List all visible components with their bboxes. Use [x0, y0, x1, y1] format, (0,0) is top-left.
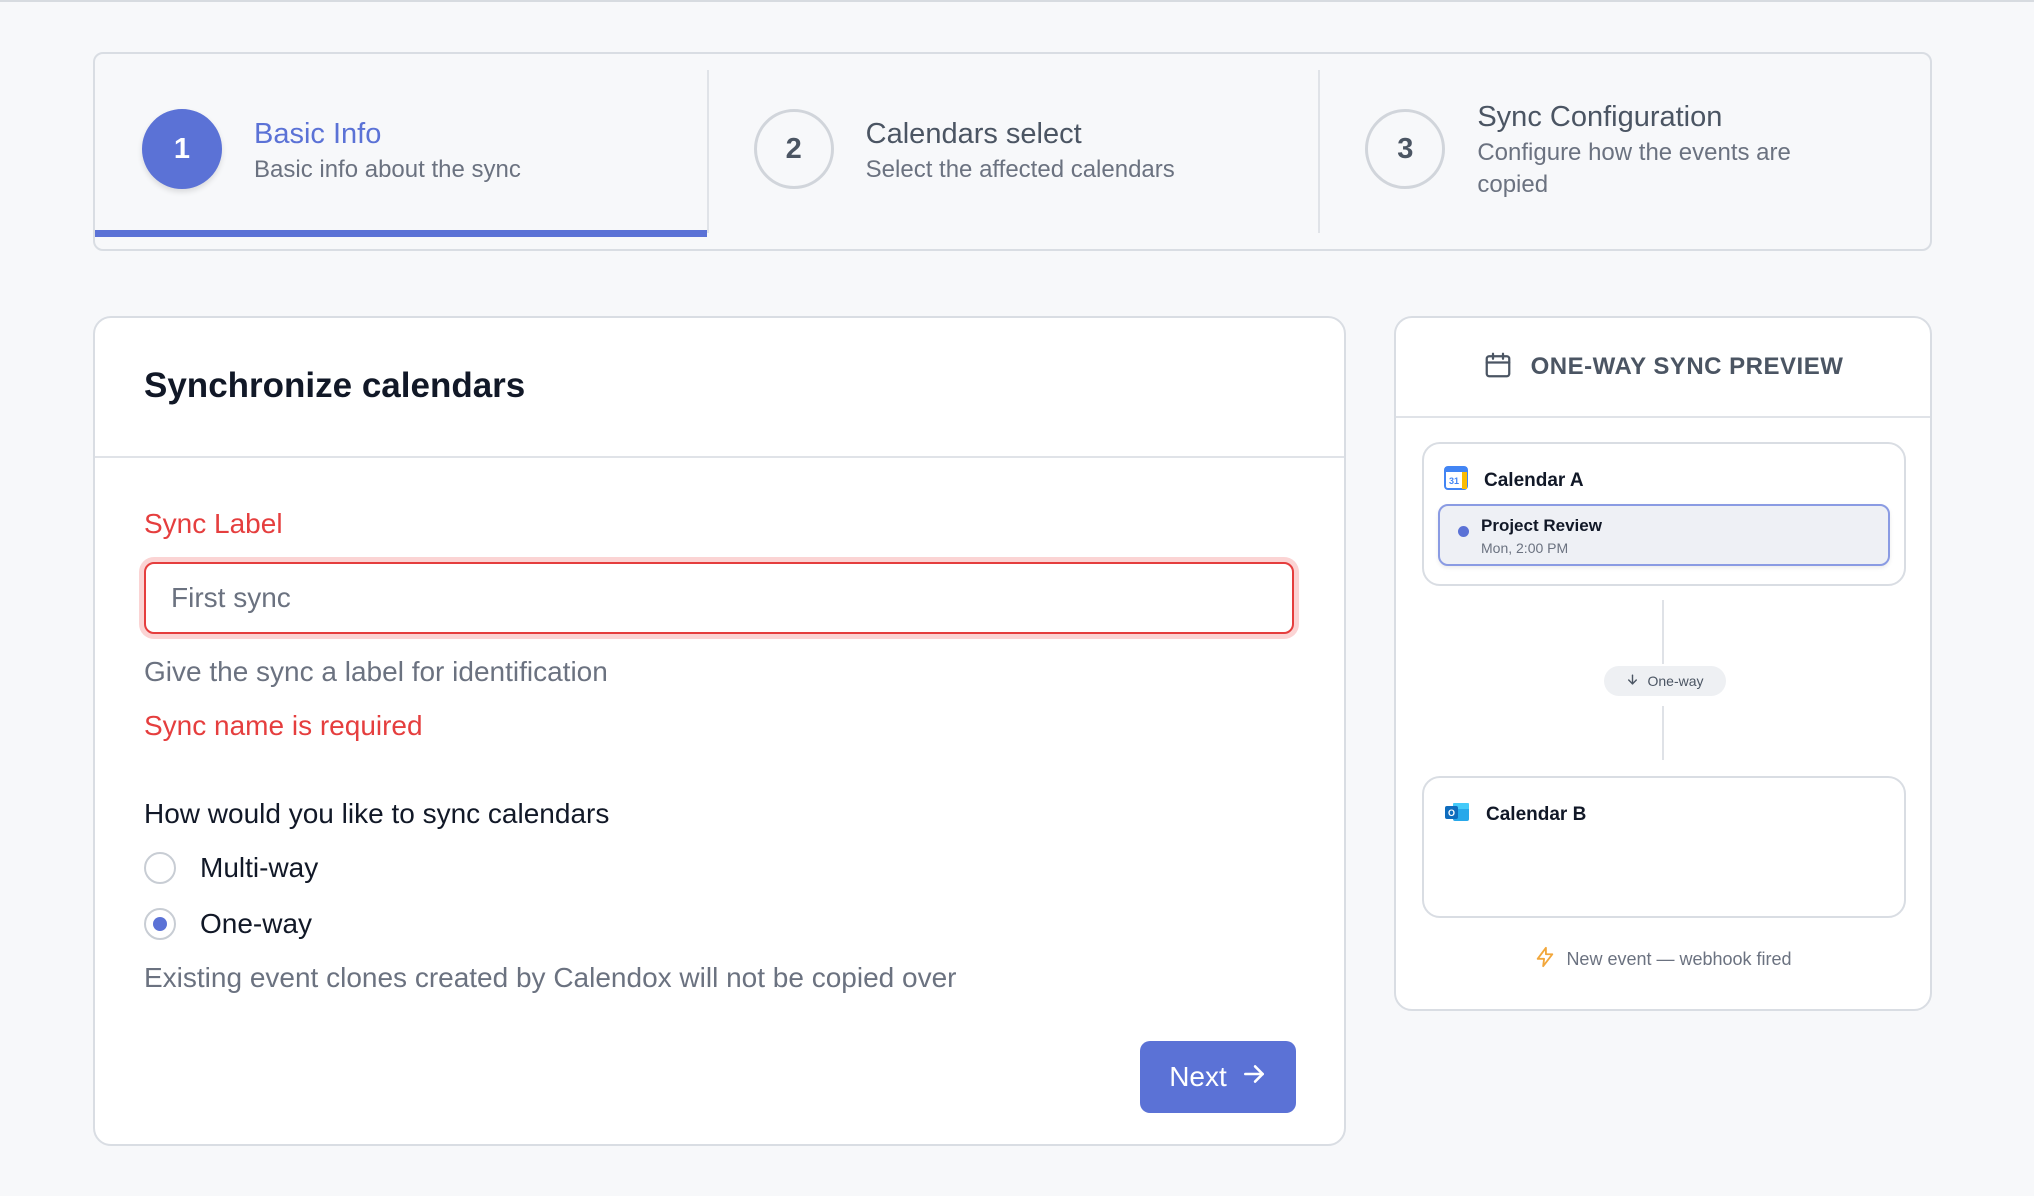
radio-multi-way[interactable]: Multi-way [144, 850, 1295, 886]
step-subtitle: Select the affected calendars [865, 156, 1175, 183]
wizard-stepper: 1 Basic Info Basic info about the sync 2… [93, 52, 1932, 251]
next-button[interactable]: Next [1140, 1041, 1296, 1113]
connector-line [1662, 706, 1664, 760]
step-calendars-select[interactable]: 2 Calendars select Select the affected c… [706, 54, 1319, 249]
calendar-b-card: O Calendar B [1422, 776, 1906, 918]
lightning-icon [1534, 946, 1556, 973]
step-basic-info[interactable]: 1 Basic Info Basic info about the sync [95, 54, 707, 249]
card-header: Synchronize calendars [95, 318, 1344, 458]
step-subtitle: Basic info about the sync [254, 156, 521, 183]
step-title: Calendars select [865, 118, 1082, 150]
sync-preview-panel: ONE-WAY SYNC PREVIEW 31 Calendar A Proje… [1394, 316, 1932, 1011]
card-body: Sync Label Give the sync a label for ide… [95, 458, 1344, 994]
sync-form-card: Synchronize calendars Sync Label Give th… [93, 316, 1346, 1146]
active-step-indicator [95, 230, 707, 237]
arrow-down-icon [1626, 673, 1639, 689]
connector-line [1662, 600, 1664, 664]
svg-text:O: O [1448, 808, 1455, 818]
calendar-b-name: Calendar B [1486, 803, 1587, 825]
sync-mode-question: How would you like to sync calendars [144, 798, 610, 829]
step-sync-configuration[interactable]: 3 Sync Configuration Configure how the e… [1318, 54, 1930, 249]
one-way-note: Existing event clones created by Calendo… [144, 962, 957, 993]
svg-text:31: 31 [1449, 476, 1459, 486]
event-dot [1458, 526, 1469, 537]
preview-footer-text: New event — webhook fired [1566, 949, 1792, 969]
step-number-circle: 3 [1365, 109, 1446, 189]
next-button-label: Next [1169, 1061, 1227, 1092]
arrow-right-icon [1241, 1061, 1267, 1094]
sync-label-label: Sync Label [144, 508, 283, 539]
preview-header: ONE-WAY SYNC PREVIEW [1396, 318, 1930, 418]
sync-label-helper: Give the sync a label for identification [144, 656, 608, 687]
step-number-circle: 2 [753, 109, 834, 189]
radio-one-way[interactable]: One-way [144, 906, 1295, 942]
google-calendar-icon: 31 [1444, 466, 1468, 495]
calendar-a-card: 31 Calendar A Project Review Mon, 2:00 P… [1422, 442, 1906, 586]
card-title: Synchronize calendars [144, 366, 526, 405]
radio-button-multi-way[interactable] [144, 852, 176, 884]
preview-title: ONE-WAY SYNC PREVIEW [1530, 353, 1844, 380]
calendar-icon [1483, 350, 1513, 385]
step-subtitle: Configure how the events are copied [1477, 139, 1791, 198]
sync-label-input[interactable] [144, 562, 1294, 634]
calendar-a-name: Calendar A [1484, 469, 1584, 491]
event-time: Mon, 2:00 PM [1481, 540, 1569, 556]
direction-pill: One-way [1604, 666, 1726, 696]
outlook-icon: O [1444, 800, 1470, 829]
preview-footer: New event — webhook fired [1396, 946, 1930, 973]
step-title: Sync Configuration [1477, 101, 1723, 133]
radio-button-one-way[interactable] [144, 908, 176, 940]
step-title: Basic Info [254, 118, 382, 150]
event-card: Project Review Mon, 2:00 PM [1438, 504, 1890, 566]
direction-label: One-way [1647, 673, 1704, 689]
radio-label: One-way [200, 908, 313, 939]
sync-label-error: Sync name is required [144, 710, 423, 741]
top-border [0, 0, 2034, 3]
event-title: Project Review [1481, 516, 1602, 535]
step-number-circle: 1 [142, 109, 222, 189]
radio-label: Multi-way [200, 852, 319, 883]
